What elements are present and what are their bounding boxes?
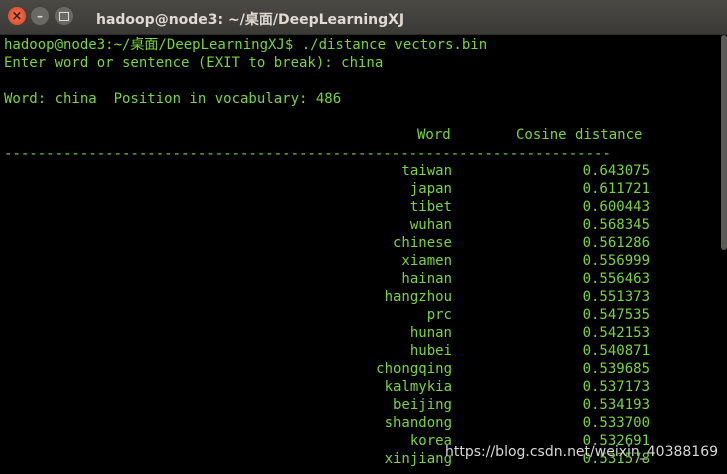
word-info-line: Word: china Position in vocabulary: 486 — [4, 91, 342, 107]
column-header-distance: Cosine distance — [516, 127, 643, 143]
maximize-icon — [59, 11, 69, 21]
result-distance: 0.539685 — [582, 361, 650, 377]
result-distance: 0.534193 — [582, 397, 650, 413]
minimize-icon: – — [37, 9, 43, 23]
window-title: hadoop@node3: ~/桌面/DeepLearningXJ — [96, 12, 405, 28]
close-button[interactable]: × — [8, 7, 26, 25]
result-distance: 0.568345 — [582, 217, 650, 233]
minimize-button[interactable]: – — [31, 7, 49, 25]
result-distance: 0.537173 — [582, 379, 650, 395]
result-distance: 0.542153 — [582, 325, 650, 341]
command-line: hadoop@node3:~/桌面/DeepLearningXJ$ ./dist… — [4, 37, 488, 53]
column-header-word: Word — [417, 127, 451, 143]
scrollbar[interactable] — [721, 35, 727, 250]
result-distance: 0.547535 — [582, 307, 650, 323]
terminal-output[interactable]: hadoop@node3:~/桌面/DeepLearningXJ$ ./dist… — [0, 35, 721, 474]
close-icon: × — [11, 8, 23, 24]
result-distance: 0.600443 — [582, 199, 650, 215]
result-distance: 0.556463 — [582, 271, 650, 287]
input-prompt-line: Enter word or sentence (EXIT to break): … — [4, 55, 384, 71]
separator-line: ----------------------------------------… — [4, 146, 611, 162]
result-distance: 0.533700 — [582, 415, 650, 431]
result-distance: 0.540871 — [582, 343, 650, 359]
result-distance: 0.561286 — [582, 235, 650, 251]
window-titlebar: × – hadoop@node3: ~/桌面/DeepLearningXJ — [0, 0, 727, 35]
watermark: https://blog.csdn.net/weixin_40388169 — [445, 444, 719, 460]
result-distance: 0.556999 — [582, 253, 650, 269]
maximize-button[interactable] — [55, 7, 73, 25]
result-distance: 0.643075 — [582, 163, 650, 179]
result-distance: 0.611721 — [582, 181, 650, 197]
result-distance: 0.551373 — [582, 289, 650, 305]
